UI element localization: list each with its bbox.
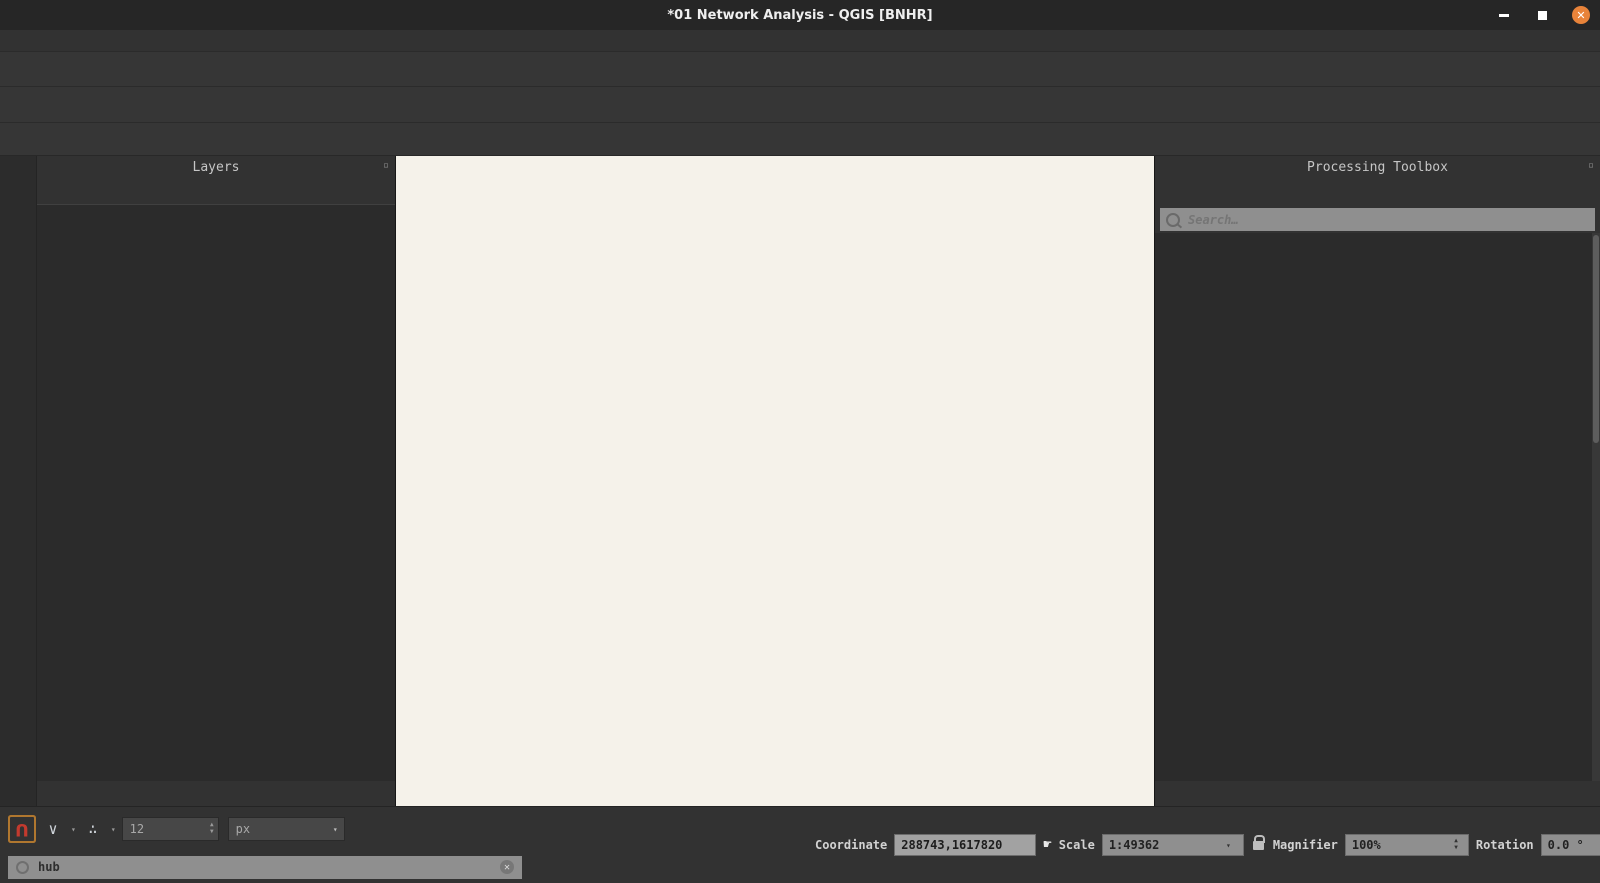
lock-scale-icon[interactable]	[1253, 841, 1264, 850]
minimize-button[interactable]	[1496, 7, 1512, 23]
layers-tree	[37, 204, 395, 781]
snapping-unit-combo[interactable]: px ▾	[228, 817, 345, 841]
toolbar-row-1	[0, 51, 1600, 86]
clear-search-icon[interactable]: ✕	[500, 860, 514, 874]
scale-combo[interactable]: 1:49362▾	[1102, 834, 1244, 856]
search-icon	[1166, 213, 1180, 227]
scrollbar[interactable]	[1592, 233, 1600, 781]
coordinate-input[interactable]	[894, 834, 1036, 856]
right-dock-tabs	[1155, 781, 1600, 806]
left-plugin-rail	[0, 156, 36, 806]
toolbar-row-3	[0, 122, 1600, 156]
layers-panel-toolbar	[37, 178, 395, 204]
rotation-spin[interactable]: 0.0 ° ▲▼	[1541, 834, 1600, 856]
toolbar-row-2	[0, 86, 1600, 122]
snapping-toolbar: U ∨▾ ∴▾ 12 ▲▼ px ▾	[0, 807, 815, 851]
locator-search-input[interactable]	[36, 859, 493, 875]
panel-float-icon[interactable]: ▫	[1588, 160, 1594, 171]
processing-toolbox-title: Processing Toolbox	[1307, 160, 1448, 175]
snapping-tolerance-spin[interactable]: 12 ▲▼	[122, 817, 219, 841]
left-dock-tabs	[37, 781, 395, 806]
window-title: *01 Network Analysis - QGIS [BNHR]	[667, 8, 932, 23]
layers-panel: Layers ▫	[36, 156, 395, 806]
scale-label: Scale	[1059, 838, 1095, 852]
processing-search-input[interactable]	[1186, 212, 1589, 228]
close-button[interactable]: ✕	[1572, 6, 1590, 24]
title-bar: *01 Network Analysis - QGIS [BNHR] ✕	[0, 0, 1600, 30]
snapping-mode-icon[interactable]: ∨	[41, 817, 65, 841]
snapping-type-icon[interactable]: ∴	[81, 817, 105, 841]
menu-bar	[0, 30, 1600, 51]
status-bar: Coordinate ☛ Scale 1:49362▾ Magnifier 10…	[815, 807, 1600, 883]
processing-search[interactable]	[1160, 208, 1595, 231]
snapping-magnet-icon[interactable]: U	[10, 817, 34, 841]
mouse-position-icon[interactable]: ☛	[1043, 837, 1051, 853]
search-icon	[16, 861, 29, 874]
magnifier-spin[interactable]: 100% ▲▼	[1345, 834, 1469, 856]
layers-panel-title: Layers	[193, 160, 240, 175]
locator-search[interactable]: ✕	[8, 856, 522, 879]
rotation-label: Rotation	[1476, 838, 1534, 852]
maximize-button[interactable]	[1534, 7, 1550, 23]
processing-toolbox-panel: Processing Toolbox ▫	[1155, 156, 1600, 806]
magnifier-label: Magnifier	[1273, 838, 1338, 852]
processing-tree	[1155, 233, 1600, 781]
map-canvas[interactable]	[395, 156, 1155, 806]
panel-float-icon[interactable]: ▫	[383, 160, 389, 171]
coordinate-label: Coordinate	[815, 838, 887, 852]
processing-toolbox-toolbar	[1155, 178, 1600, 204]
